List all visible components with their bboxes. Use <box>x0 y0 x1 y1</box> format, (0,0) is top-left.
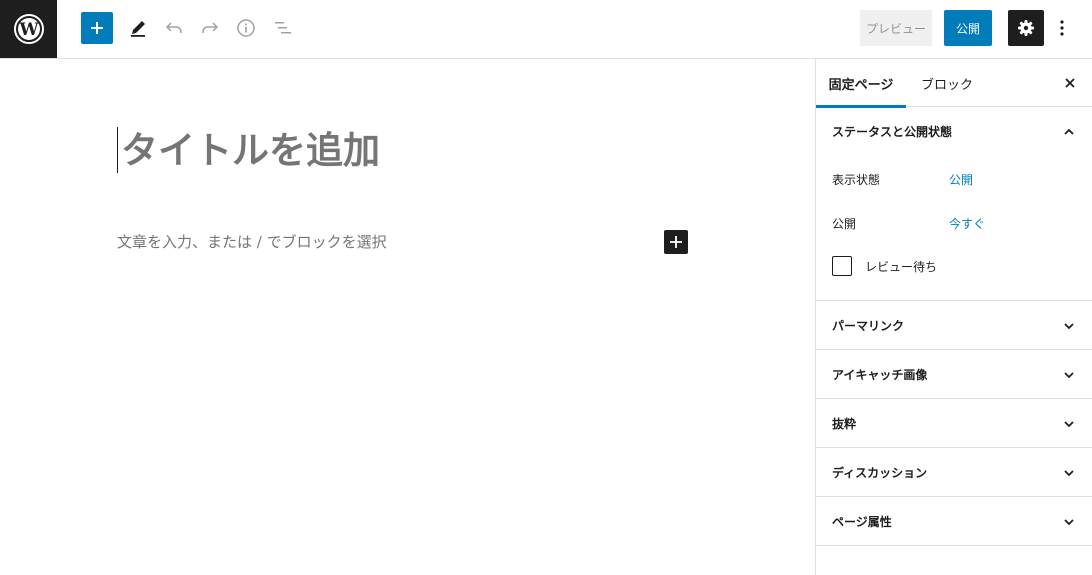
preview-button[interactable]: プレビュー <box>860 10 932 46</box>
info-icon <box>237 19 255 37</box>
visibility-toggle[interactable]: 公開 <box>949 171 973 188</box>
panel-title: アイキャッチ画像 <box>832 368 928 382</box>
status-visibility-panel: ステータスと公開状態 表示状態 公開 公開 今すぐ レビュー待ち <box>816 107 1092 301</box>
publish-date-toggle[interactable]: 今すぐ <box>949 215 985 232</box>
tools-button[interactable] <box>122 12 154 44</box>
plus-icon <box>91 22 103 34</box>
chevron-up-icon <box>1062 125 1076 139</box>
settings-sidebar: 固定ページ ブロック ステータスと公開状態 表示状態 公開 公開 今すぐ レビュ… <box>815 59 1092 575</box>
panel-title: パーマリンク <box>832 319 905 333</box>
visibility-label: 表示状態 <box>832 173 881 187</box>
chevron-down-icon <box>1062 368 1076 382</box>
pending-review-label[interactable]: レビュー待ち <box>865 258 937 275</box>
panel-title: 抜粋 <box>832 417 857 431</box>
settings-button[interactable] <box>1008 10 1044 46</box>
undo-icon <box>165 22 182 33</box>
undo-button[interactable] <box>158 12 190 44</box>
chevron-down-icon <box>1062 466 1076 480</box>
publish-date-row: 公開 今すぐ <box>832 215 1072 231</box>
panel-title: ページ属性 <box>832 515 892 529</box>
chevron-down-icon <box>1062 417 1076 431</box>
wordpress-icon: W <box>13 14 44 44</box>
plus-icon <box>670 236 682 248</box>
editor-canvas: タイトルを追加 文章を入力、または / でブロックを選択 <box>0 59 815 575</box>
page-attributes-panel[interactable]: ページ属性 <box>816 497 1092 546</box>
panel-title: ディスカッション <box>832 466 928 480</box>
pending-review-checkbox[interactable] <box>832 256 852 276</box>
add-block-button[interactable] <box>81 12 113 44</box>
more-options-button[interactable] <box>1052 10 1072 46</box>
permalink-panel-head: パーマリンク <box>816 301 1092 350</box>
post-title-input[interactable]: タイトルを追加 <box>117 127 380 173</box>
redo-button[interactable] <box>194 12 226 44</box>
status-visibility-panel-toggle[interactable]: ステータスと公開状態 <box>816 107 1092 156</box>
chevron-down-icon <box>1062 515 1076 529</box>
excerpt-panel[interactable]: 抜粋 <box>816 399 1092 448</box>
tab-block[interactable]: ブロック <box>921 59 973 107</box>
details-button[interactable] <box>230 12 262 44</box>
discussion-panel-head: ディスカッション <box>816 448 1092 497</box>
publish-date-label: 公開 <box>832 217 857 231</box>
featured-image-panel[interactable]: アイキャッチ画像 <box>816 350 1092 399</box>
close-icon <box>1065 78 1075 88</box>
paragraph-block-input[interactable]: 文章を入力、または / でブロックを選択 <box>117 231 387 252</box>
vertical-ellipsis-icon <box>1060 20 1064 36</box>
wordpress-logo-button[interactable]: W <box>0 0 57 58</box>
list-view-button[interactable] <box>267 12 299 44</box>
panel-title: ステータスと公開状態 <box>832 125 953 139</box>
tab-page[interactable]: 固定ページ <box>816 59 906 108</box>
pencil-icon <box>131 21 145 37</box>
publish-button[interactable]: 公開 <box>944 10 992 46</box>
chevron-down-icon <box>1062 319 1076 333</box>
visibility-row: 表示状態 公開 <box>832 171 1072 187</box>
permalink-panel[interactable]: パーマリンク <box>816 301 1092 350</box>
excerpt-panel-head: 抜粋 <box>816 399 1092 448</box>
sidebar-tabs: 固定ページ ブロック <box>816 59 1092 108</box>
inline-add-block-button[interactable] <box>664 230 688 254</box>
close-sidebar-button[interactable] <box>1062 75 1078 91</box>
redo-icon <box>202 22 219 33</box>
page-attributes-panel-head: ページ属性 <box>816 497 1092 546</box>
discussion-panel[interactable]: ディスカッション <box>816 448 1092 497</box>
editor-header: W プレビュー 公開 <box>0 0 1092 59</box>
featured-image-panel-head: アイキャッチ画像 <box>816 350 1092 399</box>
list-view-icon <box>275 22 291 34</box>
gear-icon <box>1018 20 1034 36</box>
svg-text:W: W <box>18 20 39 40</box>
